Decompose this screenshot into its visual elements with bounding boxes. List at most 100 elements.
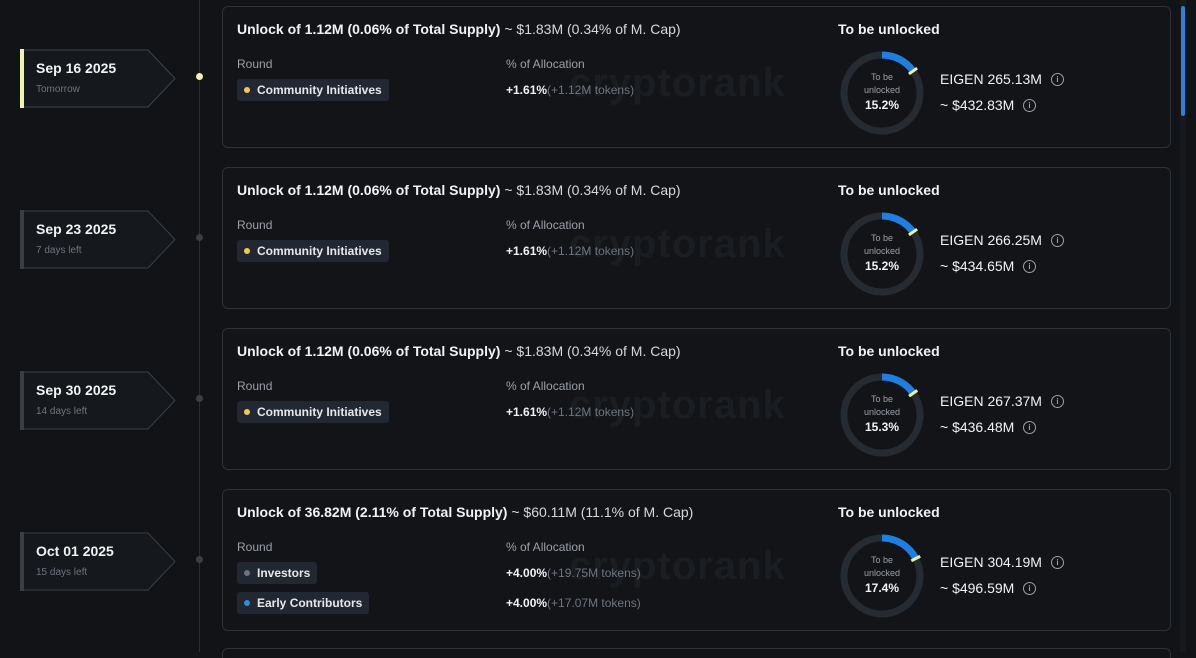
usd-remaining: ~ $432.83M bbox=[940, 97, 1015, 113]
ring-label: To be unlocked bbox=[863, 233, 901, 256]
ring-percent: 15.3% bbox=[864, 420, 900, 434]
time-remaining: 14 days left bbox=[36, 406, 88, 417]
to-be-unlocked-title: To be unlocked bbox=[838, 21, 940, 37]
unlock-usd-value: ~ $1.83M (0.34% of M. Cap) bbox=[504, 21, 681, 37]
round-column-label: Round bbox=[237, 379, 273, 393]
round-pill[interactable]: Community Initiatives bbox=[237, 401, 389, 423]
unlock-amount: Unlock of 1.12M (0.06% of Total Supply) bbox=[237, 21, 501, 37]
unlock-card[interactable]: Unlock of 1.12M (0.06% of Total Supply) … bbox=[222, 167, 1171, 309]
info-icon[interactable]: i bbox=[1023, 582, 1036, 595]
allocation-tokens: (+1.12M tokens) bbox=[547, 83, 635, 97]
unlock-progress-ring: To be unlocked 15.2% bbox=[838, 210, 926, 298]
round-name: Early Contributors bbox=[257, 596, 363, 610]
info-icon[interactable]: i bbox=[1051, 73, 1064, 86]
time-remaining: Tomorrow bbox=[36, 84, 80, 95]
eigen-remaining: EIGEN 265.13M bbox=[940, 71, 1042, 87]
unlock-date: Sep 30 2025 bbox=[36, 382, 117, 398]
info-icon[interactable]: i bbox=[1023, 260, 1036, 273]
date-tag-shape bbox=[20, 49, 176, 108]
round-color-dot bbox=[244, 570, 250, 576]
ring-percent: 15.2% bbox=[864, 259, 900, 273]
allocation-value: +4.00%(+19.75M tokens) bbox=[506, 566, 641, 580]
timeline-dot bbox=[196, 73, 203, 80]
eigen-remaining: EIGEN 304.19M bbox=[940, 554, 1042, 570]
unlock-card[interactable]: Unlock of 1.12M (0.06% of Total Supply) … bbox=[222, 6, 1171, 148]
ring-label: To be unlocked bbox=[863, 394, 901, 417]
allocation-tokens: (+17.07M tokens) bbox=[547, 596, 641, 610]
to-be-unlocked-title: To be unlocked bbox=[838, 504, 940, 520]
unlock-progress-ring: To be unlocked 15.2% bbox=[838, 49, 926, 137]
allocation-column-label: % of Allocation bbox=[506, 57, 585, 71]
info-icon[interactable]: i bbox=[1023, 421, 1036, 434]
time-remaining: 7 days left bbox=[36, 245, 82, 256]
unlock-progress-ring: To be unlocked 17.4% bbox=[838, 532, 926, 620]
allocation-value: +1.61%(+1.12M tokens) bbox=[506, 83, 634, 97]
timeline-dot bbox=[196, 234, 203, 241]
allocation-value: +4.00%(+17.07M tokens) bbox=[506, 596, 641, 610]
next-unlock-card-edge bbox=[222, 648, 1171, 658]
round-pill[interactable]: Community Initiatives bbox=[237, 79, 389, 101]
ring-percent: 15.2% bbox=[864, 98, 900, 112]
unlock-amount: Unlock of 1.12M (0.06% of Total Supply) bbox=[237, 343, 501, 359]
date-tag: Sep 16 2025 Tomorrow bbox=[20, 49, 176, 108]
allocation-percent: +1.61% bbox=[506, 405, 548, 419]
round-column-label: Round bbox=[237, 57, 273, 71]
time-remaining: 15 days left bbox=[36, 567, 88, 578]
allocation-column-label: % of Allocation bbox=[506, 379, 585, 393]
round-pill[interactable]: Early Contributors bbox=[237, 592, 370, 614]
round-name: Community Initiatives bbox=[257, 405, 382, 419]
eigen-remaining: EIGEN 266.25M bbox=[940, 232, 1042, 248]
date-tag: Oct 01 2025 15 days left bbox=[20, 532, 176, 591]
unlock-usd-value: ~ $1.83M (0.34% of M. Cap) bbox=[504, 343, 681, 359]
timeline-dot bbox=[196, 395, 203, 402]
allocation-percent: +4.00% bbox=[506, 566, 548, 580]
unlock-date: Oct 01 2025 bbox=[36, 543, 114, 559]
round-pill[interactable]: Investors bbox=[237, 562, 318, 584]
unlock-progress-ring: To be unlocked 15.3% bbox=[838, 371, 926, 459]
date-tag: Sep 23 2025 7 days left bbox=[20, 210, 176, 269]
round-color-dot bbox=[244, 87, 250, 93]
unlock-headline: Unlock of 1.12M (0.06% of Total Supply) … bbox=[237, 182, 681, 198]
allocation-column-label: % of Allocation bbox=[506, 540, 585, 554]
allocation-column-label: % of Allocation bbox=[506, 218, 585, 232]
round-column-label: Round bbox=[237, 540, 273, 554]
unlock-card[interactable]: Unlock of 36.82M (2.11% of Total Supply)… bbox=[222, 489, 1171, 631]
unlock-date: Sep 23 2025 bbox=[36, 221, 117, 237]
allocation-percent: +1.61% bbox=[506, 244, 548, 258]
allocation-value: +1.61%(+1.12M tokens) bbox=[506, 405, 634, 419]
usd-remaining: ~ $434.65M bbox=[940, 258, 1015, 274]
unlock-headline: Unlock of 1.12M (0.06% of Total Supply) … bbox=[237, 343, 681, 359]
info-icon[interactable]: i bbox=[1051, 395, 1064, 408]
round-pill[interactable]: Community Initiatives bbox=[237, 240, 389, 262]
ring-label: To be unlocked bbox=[863, 72, 901, 95]
round-name: Investors bbox=[257, 566, 311, 580]
ring-label: To be unlocked bbox=[863, 555, 901, 578]
unlock-card[interactable]: Unlock of 1.12M (0.06% of Total Supply) … bbox=[222, 328, 1171, 470]
unlock-usd-value: ~ $1.83M (0.34% of M. Cap) bbox=[504, 182, 681, 198]
scrollbar-thumb[interactable] bbox=[1181, 6, 1185, 116]
usd-remaining: ~ $496.59M bbox=[940, 580, 1015, 596]
unlock-headline: Unlock of 1.12M (0.06% of Total Supply) … bbox=[237, 21, 681, 37]
round-name: Community Initiatives bbox=[257, 83, 382, 97]
date-tag: Sep 30 2025 14 days left bbox=[20, 371, 176, 430]
usd-remaining: ~ $436.48M bbox=[940, 419, 1015, 435]
info-icon[interactable]: i bbox=[1023, 99, 1036, 112]
date-tag-shape bbox=[20, 532, 176, 591]
allocation-value: +1.61%(+1.12M tokens) bbox=[506, 244, 634, 258]
unlock-amount: Unlock of 1.12M (0.06% of Total Supply) bbox=[237, 182, 501, 198]
allocation-percent: +1.61% bbox=[506, 83, 548, 97]
info-icon[interactable]: i bbox=[1051, 556, 1064, 569]
allocation-tokens: (+1.12M tokens) bbox=[547, 405, 635, 419]
ring-percent: 17.4% bbox=[864, 581, 900, 595]
round-name: Community Initiatives bbox=[257, 244, 382, 258]
info-icon[interactable]: i bbox=[1051, 234, 1064, 247]
round-column-label: Round bbox=[237, 218, 273, 232]
timeline-dot bbox=[196, 556, 203, 563]
to-be-unlocked-title: To be unlocked bbox=[838, 182, 940, 198]
round-color-dot bbox=[244, 600, 250, 606]
timeline-line bbox=[199, 0, 200, 652]
date-tag-shape bbox=[20, 371, 176, 430]
unlock-amount: Unlock of 36.82M (2.11% of Total Supply) bbox=[237, 504, 508, 520]
to-be-unlocked-title: To be unlocked bbox=[838, 343, 940, 359]
scrollbar[interactable] bbox=[1180, 0, 1186, 652]
